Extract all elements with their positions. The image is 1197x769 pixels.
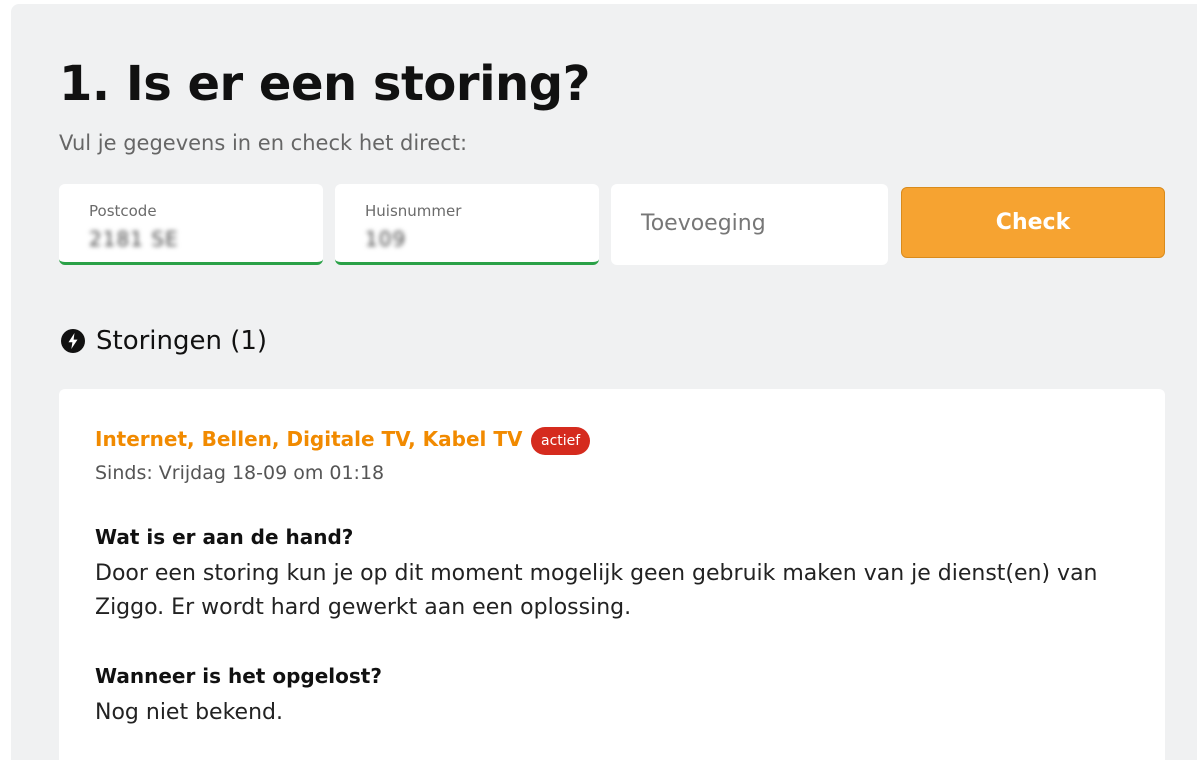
storing-since: Sinds: Vrijdag 18-09 om 01:18 <box>95 462 385 484</box>
question-heading-what: Wat is er aan de hand? <box>95 525 354 549</box>
huisnummer-field[interactable]: Huisnummer 109 <box>335 184 599 265</box>
postcode-field[interactable]: Postcode 2181 SE <box>59 184 323 265</box>
storingen-heading-label: Storingen (1) <box>96 326 268 356</box>
huisnummer-label: Huisnummer <box>365 202 462 220</box>
postcode-label: Postcode <box>89 202 157 220</box>
toevoeging-field[interactable]: Toevoeging <box>611 184 888 265</box>
storingen-heading: Storingen (1) <box>61 326 267 356</box>
storing-card: Internet, Bellen, Digitale TV, Kabel TV … <box>59 389 1165 769</box>
question-body-what: Door een storing kun je op dit moment mo… <box>95 561 1098 620</box>
page-subtitle: Vul je gegevens in en check het direct: <box>59 131 468 155</box>
bolt-icon <box>61 329 85 353</box>
question-body-when: Nog niet bekend. <box>95 700 283 725</box>
storing-services: Internet, Bellen, Digitale TV, Kabel TV <box>95 427 523 451</box>
status-badge: actief <box>531 427 591 455</box>
huisnummer-value[interactable]: 109 <box>365 227 406 251</box>
storing-check-panel: 1. Is er een storing? Vul je gegevens in… <box>11 4 1197 769</box>
question-heading-when: Wanneer is het opgelost? <box>95 664 382 688</box>
postcode-value[interactable]: 2181 SE <box>89 227 179 251</box>
check-button[interactable]: Check <box>901 187 1165 258</box>
page-title: 1. Is er een storing? <box>59 56 590 112</box>
toevoeging-placeholder[interactable]: Toevoeging <box>641 211 766 236</box>
